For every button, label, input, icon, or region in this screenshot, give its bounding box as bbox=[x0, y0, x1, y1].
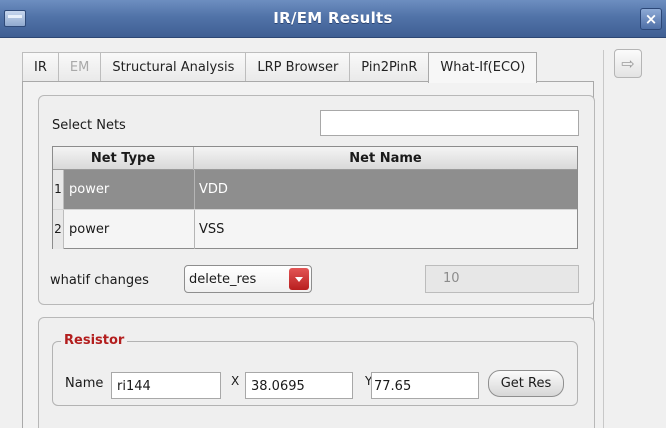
name-label: Name bbox=[65, 376, 104, 391]
resistor-legend: Resistor bbox=[61, 333, 128, 348]
dropdown-selected-value: delete_res bbox=[189, 272, 257, 287]
panel-divider bbox=[603, 50, 604, 428]
resistor-name-input[interactable]: ri144 bbox=[111, 372, 221, 399]
column-header-net-name[interactable]: Net Name bbox=[194, 147, 577, 170]
select-nets-input[interactable] bbox=[320, 110, 579, 136]
net-type-cell: power bbox=[69, 222, 110, 237]
y-coordinate-input[interactable]: 77.65 bbox=[371, 372, 479, 399]
table-header: Net Type Net Name bbox=[53, 147, 577, 170]
net-table: Net Type Net Name 1 power VDD 2 power VS… bbox=[52, 146, 578, 249]
column-separator bbox=[194, 210, 195, 249]
whatif-changes-label: whatif changes bbox=[50, 273, 149, 288]
select-nets-label: Select Nets bbox=[52, 118, 126, 133]
x-coordinate-input[interactable]: 38.0695 bbox=[245, 372, 353, 399]
close-button[interactable]: × bbox=[640, 8, 662, 30]
table-row[interactable]: 1 power VDD bbox=[53, 170, 577, 209]
whatif-value-field: 10 bbox=[425, 265, 579, 293]
column-separator bbox=[194, 170, 195, 209]
tab-em: EM bbox=[57, 52, 102, 82]
tab-bar: IR EM Structural Analysis LRP Browser Pi… bbox=[22, 52, 538, 83]
title-bar: IR/EM Results × bbox=[0, 0, 666, 38]
chevron-down-icon[interactable] bbox=[289, 268, 309, 290]
net-name-cell: VDD bbox=[199, 182, 228, 197]
get-res-button[interactable]: Get Res bbox=[488, 370, 564, 397]
table-row[interactable]: 2 power VSS bbox=[53, 209, 577, 249]
window-title: IR/EM Results bbox=[273, 9, 393, 27]
tab-lrp-browser[interactable]: LRP Browser bbox=[245, 52, 351, 82]
row-number: 2 bbox=[53, 210, 64, 249]
arrow-right-icon[interactable]: ⇨ bbox=[614, 49, 642, 78]
row-number: 1 bbox=[53, 170, 64, 209]
tab-ir[interactable]: IR bbox=[22, 52, 59, 82]
tab-what-if-eco[interactable]: What-If(ECO) bbox=[428, 52, 538, 83]
whatif-changes-dropdown[interactable]: delete_res bbox=[184, 265, 312, 293]
net-name-cell: VSS bbox=[199, 222, 225, 237]
column-header-net-type[interactable]: Net Type bbox=[53, 147, 194, 170]
tab-pin2pinr[interactable]: Pin2PinR bbox=[349, 52, 430, 82]
tab-structural-analysis[interactable]: Structural Analysis bbox=[100, 52, 247, 82]
x-label: X bbox=[231, 374, 240, 388]
net-type-cell: power bbox=[69, 182, 110, 197]
